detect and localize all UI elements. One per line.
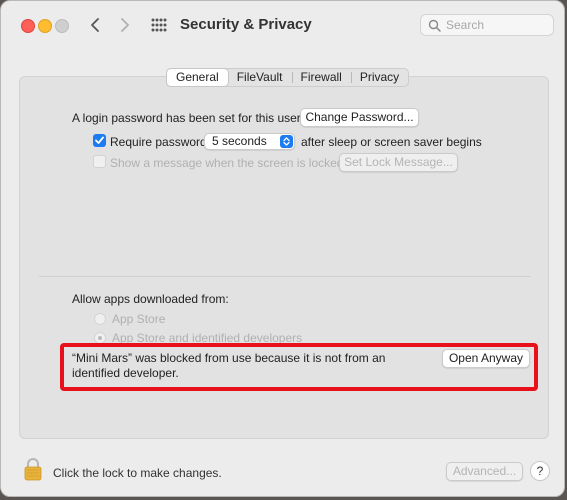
require-password-checkbox[interactable] — [93, 134, 106, 147]
lock-text: Click the lock to make changes. — [53, 466, 222, 480]
section-divider — [39, 276, 530, 277]
require-password-delay-select[interactable]: 5 seconds — [204, 133, 295, 150]
tab-privacy[interactable]: Privacy — [350, 69, 408, 86]
allow-apps-title: Allow apps downloaded from: — [72, 292, 229, 306]
window-title: Security & Privacy — [180, 16, 312, 33]
require-password-label: Require password — [110, 135, 207, 149]
show-message-checkbox[interactable] — [93, 155, 106, 168]
lock-icon — [24, 458, 42, 481]
tab-firewall[interactable]: Firewall — [291, 69, 351, 86]
grid-icon — [151, 18, 167, 32]
show-message-label: Show a message when the screen is locked — [110, 156, 344, 170]
radio-app-store[interactable] — [94, 313, 106, 325]
checkmark-icon — [95, 136, 104, 144]
show-all-button[interactable] — [150, 17, 168, 33]
title-bar: Security & Privacy — [1, 1, 564, 49]
close-button[interactable] — [21, 19, 35, 33]
magnifier-icon — [428, 19, 441, 32]
minimize-button[interactable] — [38, 19, 52, 33]
preferences-window: Security & Privacy General FileVault Fir… — [0, 0, 565, 497]
tab-general[interactable]: General — [167, 69, 228, 86]
stepper-arrows-icon — [280, 135, 293, 148]
tab-filevault[interactable]: FileVault — [228, 69, 292, 86]
chevron-left-icon — [91, 18, 99, 32]
blocked-message-line2: identified developer. — [72, 366, 179, 380]
advanced-button[interactable]: Advanced... — [446, 462, 523, 481]
back-button[interactable] — [85, 14, 105, 36]
open-anyway-button[interactable]: Open Anyway — [442, 349, 530, 368]
tab-bar: General FileVault Firewall Privacy — [166, 68, 410, 87]
after-sleep-text: after sleep or screen saver begins — [301, 135, 482, 149]
search-input[interactable] — [446, 17, 550, 33]
search-field[interactable] — [420, 14, 554, 36]
radio-app-store-label: App Store — [112, 312, 166, 326]
delay-value: 5 seconds — [212, 134, 267, 148]
forward-button[interactable] — [115, 14, 135, 36]
login-password-text: A login password has been set for this u… — [72, 111, 301, 125]
blocked-message-line1: “Mini Mars” was blocked from use because… — [72, 351, 386, 365]
lock-button[interactable] — [23, 457, 43, 484]
help-button[interactable]: ? — [530, 461, 550, 481]
set-lock-message-button[interactable]: Set Lock Message... — [339, 153, 458, 172]
zoom-button[interactable] — [55, 19, 69, 33]
chevron-right-icon — [121, 18, 129, 32]
change-password-button[interactable]: Change Password... — [300, 108, 419, 127]
